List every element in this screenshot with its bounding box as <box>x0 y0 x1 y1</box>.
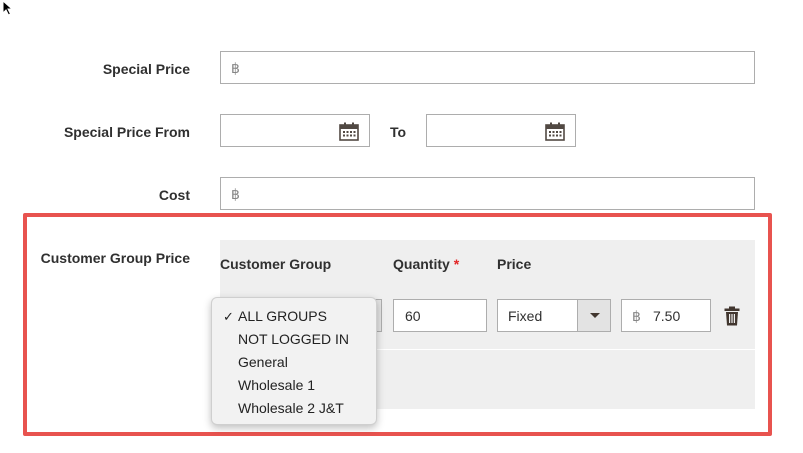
cost-input[interactable]: ฿ <box>220 177 755 210</box>
dropdown-option-wholesale-2[interactable]: Wholesale 2 J&T <box>212 397 376 420</box>
to-label: To <box>390 124 407 140</box>
special-price-from-input[interactable] <box>220 114 370 147</box>
cursor-icon <box>2 0 14 16</box>
highlight-frame <box>23 213 772 436</box>
dropdown-option-not-logged-in[interactable]: NOT LOGGED IN <box>212 328 376 351</box>
calendar-icon[interactable] <box>339 122 359 141</box>
option-label: Wholesale 1 <box>238 377 316 393</box>
dropdown-option-all-groups[interactable]: ✓ ALL GROUPS <box>212 305 376 328</box>
special-price-from-label: Special Price From <box>63 124 190 140</box>
cost-label: Cost <box>158 187 190 203</box>
currency-symbol: ฿ <box>231 60 240 76</box>
special-price-label: Special Price <box>102 61 190 77</box>
dropdown-option-general[interactable]: General <box>212 351 376 374</box>
option-label: Wholesale 2 J&T <box>238 400 344 416</box>
option-label: NOT LOGGED IN <box>238 331 349 347</box>
special-price-to-input[interactable] <box>426 114 576 147</box>
dropdown-option-wholesale-1[interactable]: Wholesale 1 <box>212 374 376 397</box>
customer-group-dropdown[interactable]: ✓ ALL GROUPS NOT LOGGED IN General Whole… <box>211 297 377 425</box>
check-icon: ✓ <box>223 309 234 324</box>
option-label: ALL GROUPS <box>238 308 327 324</box>
currency-symbol: ฿ <box>231 186 240 202</box>
calendar-icon[interactable] <box>545 122 565 141</box>
option-label: General <box>238 354 288 370</box>
special-price-input[interactable]: ฿ <box>220 51 755 84</box>
